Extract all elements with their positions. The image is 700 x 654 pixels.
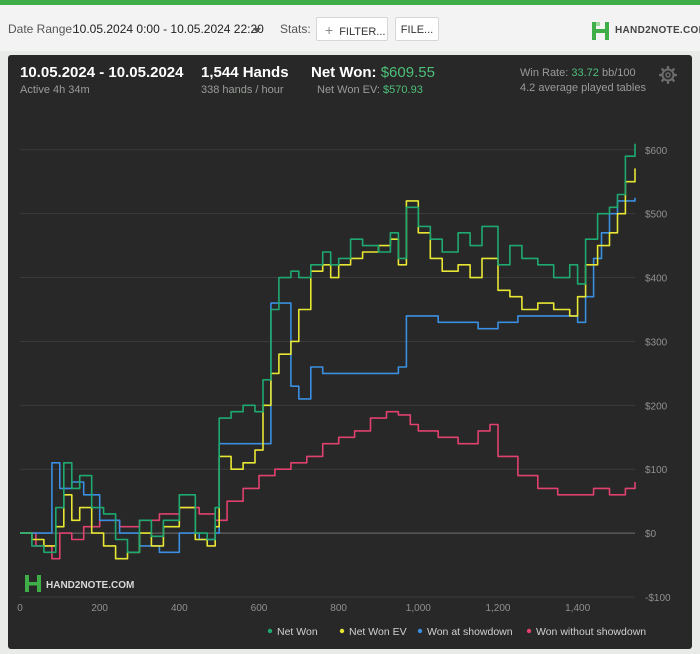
legend-marker (339, 628, 345, 634)
legend-marker (526, 628, 532, 634)
series-line-net-won (20, 143, 636, 554)
stats-label: Stats: (280, 22, 311, 36)
y-tick-label: $400 (645, 274, 668, 285)
date-range-label: Date Range: (8, 22, 76, 36)
logo-h-icon (592, 22, 609, 40)
x-tick-label: 1,200 (485, 603, 510, 614)
legend-label: Net Won (277, 626, 318, 638)
legend-label: Won without showdown (536, 626, 646, 638)
plus-icon: + (325, 22, 334, 38)
logo-text: HAND2NOTE.COM (615, 25, 700, 36)
hand2note-logo: HAND2NOTE.COM (591, 20, 700, 42)
filter-button-label: FILTER... (339, 26, 386, 38)
results-panel: 10.05.2024 - 10.05.2024 Active 4h 34m 1,… (8, 55, 692, 649)
y-tick-label: $100 (645, 465, 668, 476)
y-tick-label: $200 (645, 401, 668, 412)
chart-lines (20, 143, 636, 560)
chart-legend: Net Won Net Won EV Won at showdown Won with… (267, 626, 646, 638)
x-tick-label: 400 (171, 603, 188, 614)
x-tick-label: 200 (91, 603, 108, 614)
legend-marker (267, 628, 273, 634)
y-tick-label: $600 (645, 146, 668, 157)
y-tick-label: -$100 (645, 593, 671, 604)
series-line-net-won-ev (20, 168, 636, 560)
x-axis-ticks: 0 200 400 600 800 1,000 1,200 1,400 (17, 603, 590, 614)
y-axis-ticks: -$100 $0 $100 $200 $300 $400 $500 $600 (645, 146, 671, 604)
file-button[interactable]: FILE... (395, 17, 439, 41)
toolbar: Date Range: 10.05.2024 0:00 - 10.05.2024… (0, 5, 700, 51)
legend-marker (417, 628, 423, 634)
y-tick-label: $300 (645, 337, 668, 348)
series-line-won-at-showdown (20, 197, 636, 554)
profit-chart: -$100 $0 $100 $200 $300 $400 $500 $600 0 200 400 6… (17, 143, 671, 638)
x-tick-label: 800 (330, 603, 347, 614)
watermark-text: HAND2NOTE.COM (46, 580, 134, 591)
y-tick-label: $0 (645, 529, 657, 540)
x-tick-label: 1,000 (406, 603, 431, 614)
chevron-down-icon[interactable] (253, 28, 261, 33)
chart-watermark: HAND2NOTE.COM (25, 575, 134, 592)
x-tick-label: 600 (251, 603, 268, 614)
date-range-select[interactable]: 10.05.2024 0:00 - 10.05.2024 22:20 (73, 22, 264, 36)
legend-label: Won at showdown (427, 626, 513, 638)
x-tick-label: 1,400 (565, 603, 590, 614)
filter-button[interactable]: + FILTER... (316, 17, 388, 41)
legend-label: Net Won EV (349, 626, 407, 638)
x-tick-label: 0 (17, 603, 23, 614)
y-tick-label: $500 (645, 210, 668, 221)
series-line-won-without-showdown (20, 410, 636, 560)
